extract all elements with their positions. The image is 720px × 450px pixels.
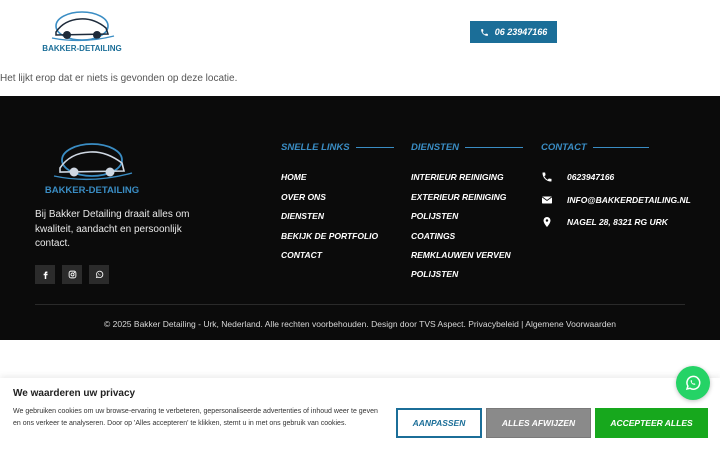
footer-link-contact[interactable]: CONTACT [281,250,322,260]
footer-link-diensten[interactable]: DIENSTEN [281,211,324,221]
contact-email[interactable]: INFO@BAKKERDETAILING.NL [567,195,691,205]
not-found-message: Het lijkt erop dat er niets is gevonden … [0,73,238,84]
phone-button[interactable]: 06 23947166 [470,21,557,43]
service-link[interactable]: POLIJSTEN [411,269,458,279]
service-link[interactable]: REMKLAUWEN VERVEN [411,250,511,260]
customize-button[interactable]: AANPASSEN [396,408,482,438]
whatsapp-icon [95,270,103,279]
footer-link-portfolio[interactable]: BEKIJK DE PORTFOLIO [281,231,378,241]
envelope-icon [541,196,553,204]
accept-all-button[interactable]: ACCEPTEER ALLES [595,408,708,438]
facebook-button[interactable] [35,265,55,284]
instagram-button[interactable] [62,265,82,284]
facebook-icon [43,271,48,279]
footer-logo[interactable]: BAKKER-DETAILING [34,140,150,196]
contact-address: NAGEL 28, 8321 RG URK [567,217,668,227]
phone-button-label: 06 23947166 [494,27,548,37]
site-footer: BAKKER-DETAILING Bij Bakker Detailing dr… [0,96,720,340]
footer-about-text: Bij Bakker Detailing draait alles om kwa… [35,209,190,249]
copyright-text: © 2025 Bakker Detailing - Urk, Nederland… [104,319,616,329]
title-underline [592,147,649,148]
title-underline [465,147,524,148]
cookie-description: We gebruiken cookies om uw browse-ervari… [13,408,378,427]
svg-text:BAKKER-DETAILING: BAKKER-DETAILING [45,185,139,196]
footer-divider [35,304,685,305]
svg-text:BAKKER-DETAILING: BAKKER-DETAILING [42,44,121,53]
phone-icon [542,172,552,182]
quick-links-title: SNELLE LINKS [281,142,394,153]
contact-phone[interactable]: 0623947166 [567,172,614,182]
contact-title: CONTACT [541,142,649,153]
phone-icon [480,28,488,36]
site-header: BAKKER-DETAILING 06 23947166 [0,0,720,64]
services-title: DIENSTEN [411,142,524,153]
service-link[interactable]: COATINGS [411,231,455,241]
footer-link-home[interactable]: HOME [281,172,307,182]
location-pin-icon [543,217,551,227]
title-underline [355,147,394,148]
service-link[interactable]: INTERIEUR REINIGING [411,172,504,182]
footer-link-over-ons[interactable]: OVER ONS [281,192,326,202]
whatsapp-button[interactable] [89,265,109,284]
service-link[interactable]: EXTERIEUR REINIGING [411,192,506,202]
cookie-banner: We waarderen uw privacy We gebruiken coo… [0,378,720,450]
instagram-icon [68,270,76,279]
service-link[interactable]: POLIJSTEN [411,211,458,221]
whatsapp-icon [685,375,701,391]
bakker-detailing-logo[interactable]: BAKKER-DETAILING [34,8,130,54]
whatsapp-chat-button[interactable] [676,366,710,400]
cookie-title: We waarderen uw privacy [13,388,136,399]
reject-all-button[interactable]: ALLES AFWIJZEN [486,408,591,438]
page: BAKKER-DETAILING 06 23947166 Het lijkt e… [0,0,720,450]
